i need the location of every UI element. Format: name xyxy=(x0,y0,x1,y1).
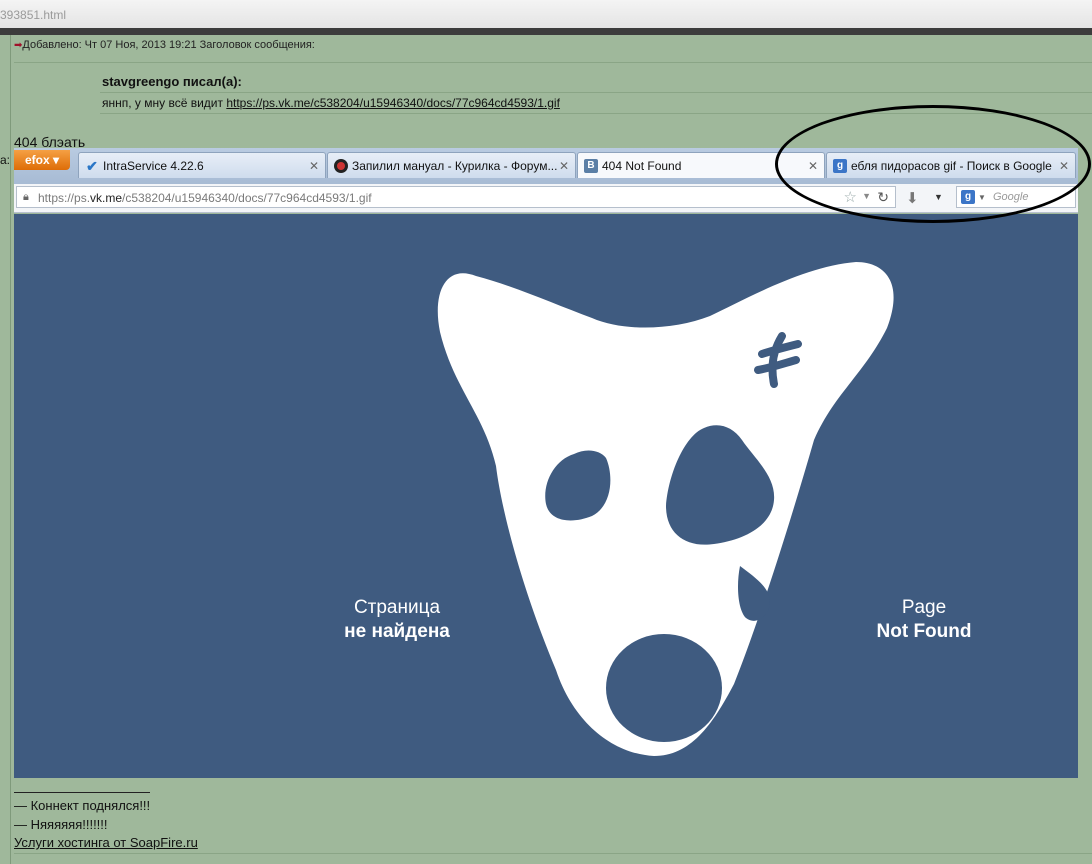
tab-label: IntraService 4.22.6 xyxy=(103,159,204,173)
browser-screenshot: efox ▾ ✔ IntraService 4.22.6 ✕ Запилил м… xyxy=(14,148,1078,778)
divider xyxy=(14,62,1092,63)
post-meta-text: Добавлено: Чт 07 Ноя, 2013 19:21 Заголов… xyxy=(22,39,315,51)
firefox-menu-button[interactable]: efox ▾ xyxy=(14,150,70,170)
file-name: 393851.html xyxy=(0,8,67,22)
close-icon[interactable]: ✕ xyxy=(559,153,569,178)
quote-text-prefix: яннп, у мну всё видит xyxy=(102,96,227,110)
post-meta: ➡Добавлено: Чт 07 Ноя, 2013 19:21 Заголо… xyxy=(14,39,315,51)
chevron-down-icon: ▾ xyxy=(53,153,60,167)
side-label: a: xyxy=(0,153,11,167)
url-prefix: https://ps. xyxy=(38,191,91,205)
signature-link[interactable]: Услуги хостинга от SoapFire.ru xyxy=(14,835,198,850)
close-icon[interactable]: ✕ xyxy=(309,153,319,178)
signature-divider xyxy=(14,792,150,793)
not-found-en-line2: Not Found xyxy=(876,621,972,642)
url-host: vk.me xyxy=(90,191,123,205)
error-page: Страница не найдена Page Not Found xyxy=(14,214,1078,778)
tab-forum[interactable]: Запилил мануал - Курилка - Форум... ✕ xyxy=(327,152,576,178)
signature-line: — Няяяяяя!!!!!!! xyxy=(14,817,108,832)
url-path: /c538204/u15946340/docs/77c964cd4593/1.g… xyxy=(122,191,372,205)
signature-line: — Коннект поднялся!!! xyxy=(14,798,151,813)
divider xyxy=(0,28,1092,35)
divider xyxy=(14,853,1092,854)
firefox-menu-label: efox xyxy=(24,153,50,167)
tab-label: Запилил мануал - Курилка - Форум... xyxy=(352,159,558,173)
quote-link[interactable]: https://ps.vk.me/c538204/u15946340/docs/… xyxy=(226,96,560,110)
window-title-bar: 393851.html xyxy=(0,0,1092,29)
hand-drawn-circle xyxy=(775,105,1091,223)
url-text: https://ps.vk.me/c538204/u15946340/docs/… xyxy=(38,191,372,205)
tab-label: 404 Not Found xyxy=(602,159,682,173)
not-found-ru: Страница не найдена xyxy=(297,596,497,644)
not-found-en: Page Not Found xyxy=(824,596,1024,644)
divider xyxy=(100,92,1092,93)
tab-intraservice[interactable]: ✔ IntraService 4.22.6 ✕ xyxy=(78,152,326,178)
left-divider xyxy=(10,35,11,864)
not-found-ru-line2: не найдена xyxy=(344,621,450,642)
quote-text: яннп, у мну всё видит https://ps.vk.me/c… xyxy=(102,96,560,110)
url-field[interactable]: 🔒︎ https://ps.vk.me/c538204/u15946340/do… xyxy=(16,186,896,208)
lock-icon: 🔒︎ xyxy=(23,191,29,203)
not-found-en-line1: Page xyxy=(901,597,947,618)
vk-icon: B xyxy=(584,159,598,173)
sad-dog-icon xyxy=(437,262,894,756)
forum-icon xyxy=(334,159,348,173)
quote-author: stavgreengo писал(а): xyxy=(102,74,242,89)
checkmark-icon: ✔ xyxy=(86,158,98,174)
not-found-ru-line1: Страница xyxy=(353,597,441,618)
